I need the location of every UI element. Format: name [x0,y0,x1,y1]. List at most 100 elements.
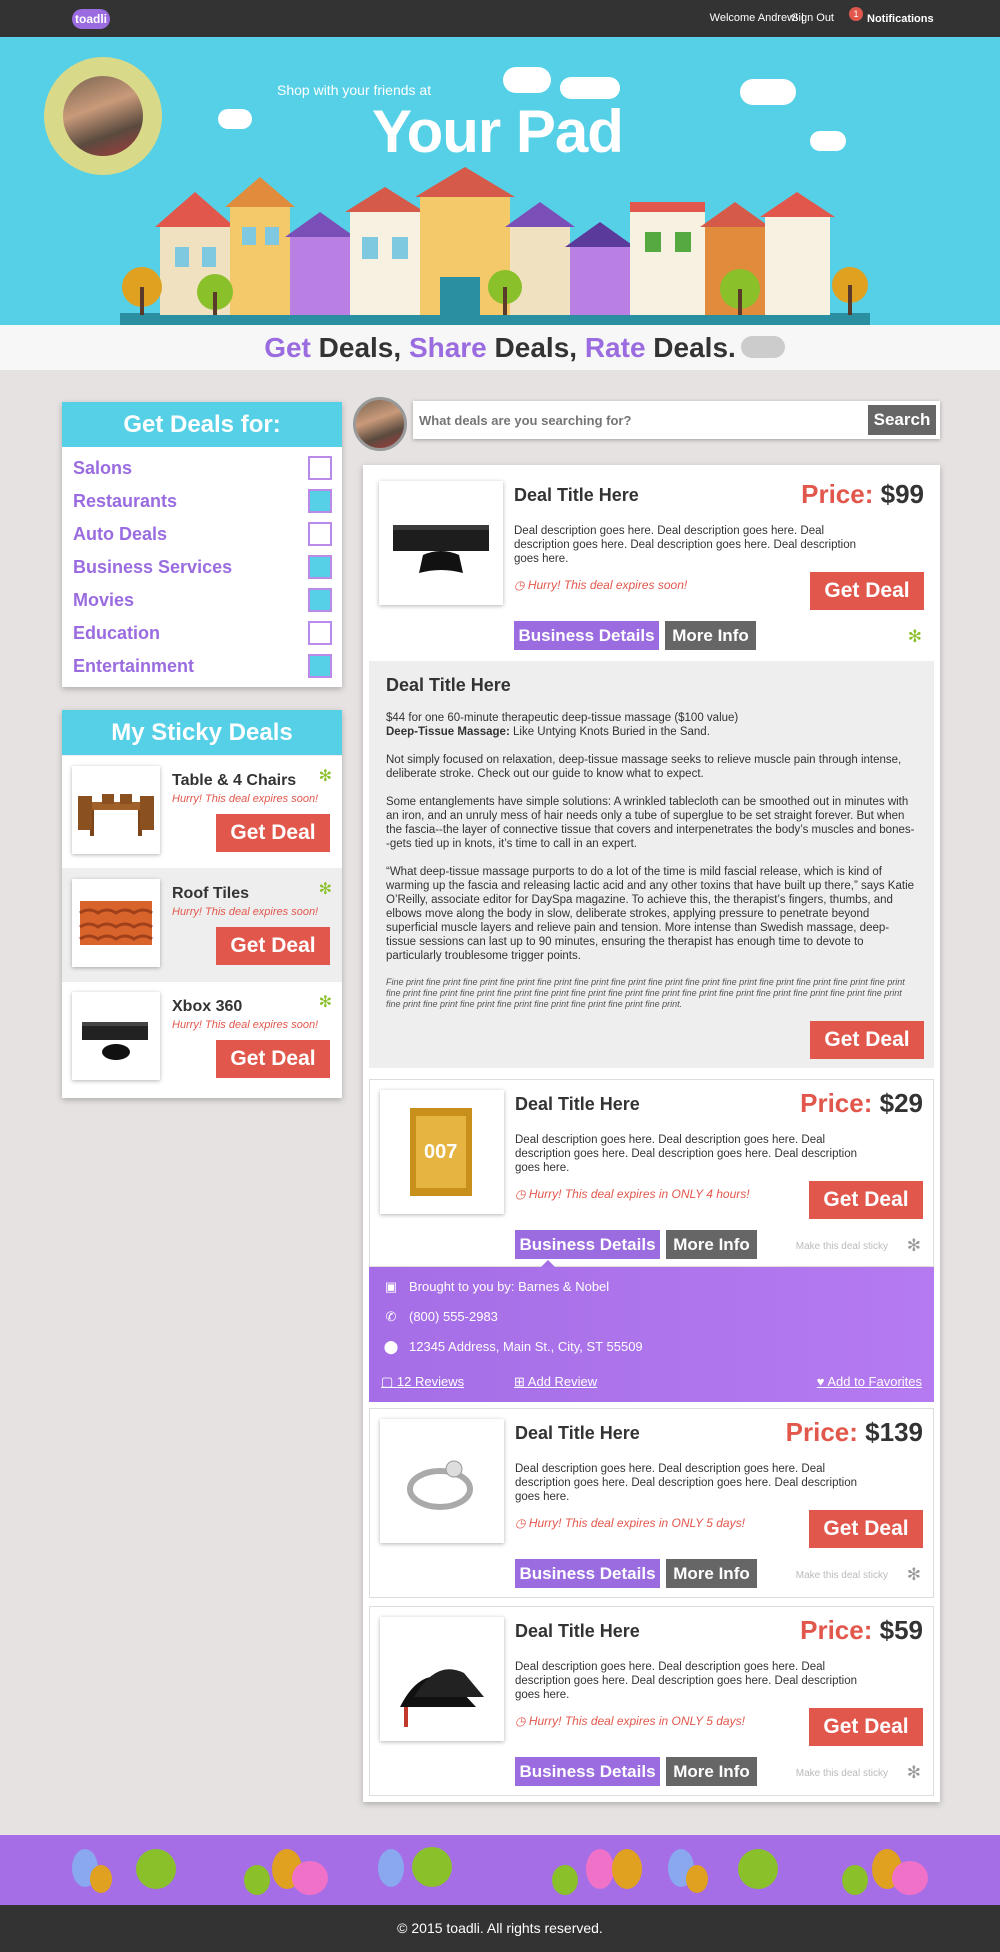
clock-icon: ◷ [515,1516,529,1530]
get-deal-button[interactable]: Get Deal [809,1181,923,1219]
business-phone[interactable]: (800) 555-2983 [409,1309,498,1324]
footer: © 2015 toadli. All rights reserved. [0,1905,1000,1952]
sign-out-link[interactable]: Sign Out [791,12,834,24]
get-deal-button[interactable]: Get Deal [810,572,924,610]
fine-print: Fine print fine print fine print fine pr… [386,977,905,1009]
get-deal-button[interactable]: Get Deal [216,814,330,852]
reviews-link[interactable]: ▢ 12 Reviews [381,1374,464,1390]
sticky-deal-title[interactable]: Xbox 360 [172,998,242,1016]
category-checkbox[interactable] [308,555,332,579]
category-label: Auto Deals [73,524,168,544]
frog-sticky-icon[interactable]: ✻ [907,1763,921,1783]
briefcase-icon: ▣ [384,1279,398,1294]
frog-sticky-icon[interactable]: ✻ [907,1565,921,1585]
deal-card: Deal Title Here Price: $139 Deal descrip… [369,1408,934,1598]
deal-description: Deal description goes here. Deal descrip… [514,525,857,565]
deal-title[interactable]: Deal Title Here [515,1423,640,1444]
get-deal-button[interactable]: Get Deal [809,1708,923,1746]
make-sticky-link[interactable]: Make this deal sticky [796,1570,888,1581]
more-info-button[interactable]: More Info [665,621,756,650]
frog-sticky-icon[interactable]: ✻ [907,1236,921,1256]
notifications-link[interactable]: Notifications [867,13,934,25]
location-pin-icon: ⬤ [383,1339,399,1354]
tree-decoration [586,1849,614,1889]
sticky-deal-hurry: Hurry! This deal expires soon! [172,793,319,805]
sticky-deal-item[interactable]: Roof Tiles Hurry! This deal expires soon… [62,868,342,981]
price-label: Price: [800,1088,873,1118]
more-info-button[interactable]: More Info [666,1230,757,1259]
frog-sticky-icon[interactable]: ✻ [908,627,922,647]
deal-card: Deal Title Here Price: $59 Deal descript… [369,1606,934,1796]
category-item-business-services[interactable]: Business Services [62,550,342,583]
price-label: Price: [801,479,874,509]
business-details-button[interactable]: Business Details [514,621,659,650]
heels-image[interactable] [380,1617,504,1741]
frog-sticky-icon[interactable]: ✻ [319,766,332,786]
table-chairs-image[interactable] [72,766,160,854]
frog-sticky-icon[interactable]: ✻ [319,992,332,1012]
sticky-deal-item[interactable]: Xbox 360 Hurry! This deal expires soon! … [62,981,342,1094]
category-item-education[interactable]: Education [62,616,342,649]
category-item-movies[interactable]: Movies [62,583,342,616]
more-info-button[interactable]: More Info [666,1559,757,1588]
add-review-link[interactable]: ⊞ Add Review [514,1374,597,1390]
tree-decoration [90,1865,112,1893]
tree-decoration [612,1849,642,1889]
search-button[interactable]: Search [868,405,936,435]
roof-tiles-image[interactable] [72,879,160,967]
toadli-logo[interactable]: toadli [72,9,110,29]
category-item-salons[interactable]: Salons [62,451,342,484]
heart-icon: ♥ [816,1374,828,1389]
tagline-get: Get [264,332,311,363]
favorites-label: Add to Favorites [827,1374,922,1389]
category-checkbox[interactable] [308,654,332,678]
make-sticky-link[interactable]: Make this deal sticky [796,1768,888,1779]
category-checkbox[interactable] [308,489,332,513]
more-info-button[interactable]: More Info [666,1757,757,1786]
deal-title[interactable]: Deal Title Here [515,1094,640,1115]
category-checkbox[interactable] [308,456,332,480]
expiry-text: Hurry! This deal expires in ONLY 4 hours… [528,1187,750,1201]
category-item-auto-deals[interactable]: Auto Deals [62,517,342,550]
category-label: Entertainment [73,656,195,676]
xbox-product-image[interactable] [379,481,503,605]
tagline-deals-1: Deals, [310,332,409,363]
007-bluray-image[interactable]: 007 [380,1090,504,1214]
sticky-deal-item[interactable]: Table & 4 Chairs Hurry! This deal expire… [62,755,342,868]
clock-icon: ◷ [515,1714,529,1728]
business-address[interactable]: 12345 Address, Main St., City, ST 55509 [409,1339,643,1354]
category-item-entertainment[interactable]: Entertainment [62,649,342,682]
add-to-favorites-link[interactable]: ♥ Add to Favorites [817,1374,922,1389]
frog-sticky-icon[interactable]: ✻ [319,879,332,899]
xbox-image[interactable] [72,992,160,1080]
category-checkbox[interactable] [308,621,332,645]
footer-trees-illustration [0,1835,1000,1905]
business-details-button[interactable]: Business Details [515,1757,660,1786]
make-sticky-link[interactable]: Make this deal sticky [796,1241,888,1252]
category-item-restaurants[interactable]: Restaurants [62,484,342,517]
category-checkbox[interactable] [308,522,332,546]
tree-decoration [412,1847,452,1887]
ring-image[interactable] [380,1419,504,1543]
tree-decoration [842,1865,868,1895]
deal-expiry: ◷ Hurry! This deal expires in ONLY 5 day… [515,1714,745,1728]
tagline-share: Share [408,332,487,363]
hero-title: Your Pad [372,98,624,165]
town-illustration [120,167,870,325]
get-deal-button[interactable]: Get Deal [810,1021,924,1059]
deal-title[interactable]: Deal Title Here [515,1621,640,1642]
sticky-deal-title[interactable]: Table & 4 Chairs [172,772,296,790]
get-deal-button[interactable]: Get Deal [809,1510,923,1548]
get-deal-button[interactable]: Get Deal [216,927,330,965]
get-deal-button[interactable]: Get Deal [216,1040,330,1078]
deal-subhead-text: Like Untying Knots Buried in the Sand. [509,726,710,738]
category-panel-title: Get Deals for: [62,402,342,447]
business-details-button[interactable]: Business Details [515,1559,660,1588]
notification-count-badge[interactable]: 1 [849,7,863,21]
category-checkbox[interactable] [308,588,332,612]
deal-title[interactable]: Deal Title Here [514,485,639,506]
search-input[interactable] [419,405,859,435]
sticky-deal-title[interactable]: Roof Tiles [172,885,249,903]
business-details-button[interactable]: Business Details [515,1230,660,1259]
user-avatar[interactable] [353,397,407,451]
